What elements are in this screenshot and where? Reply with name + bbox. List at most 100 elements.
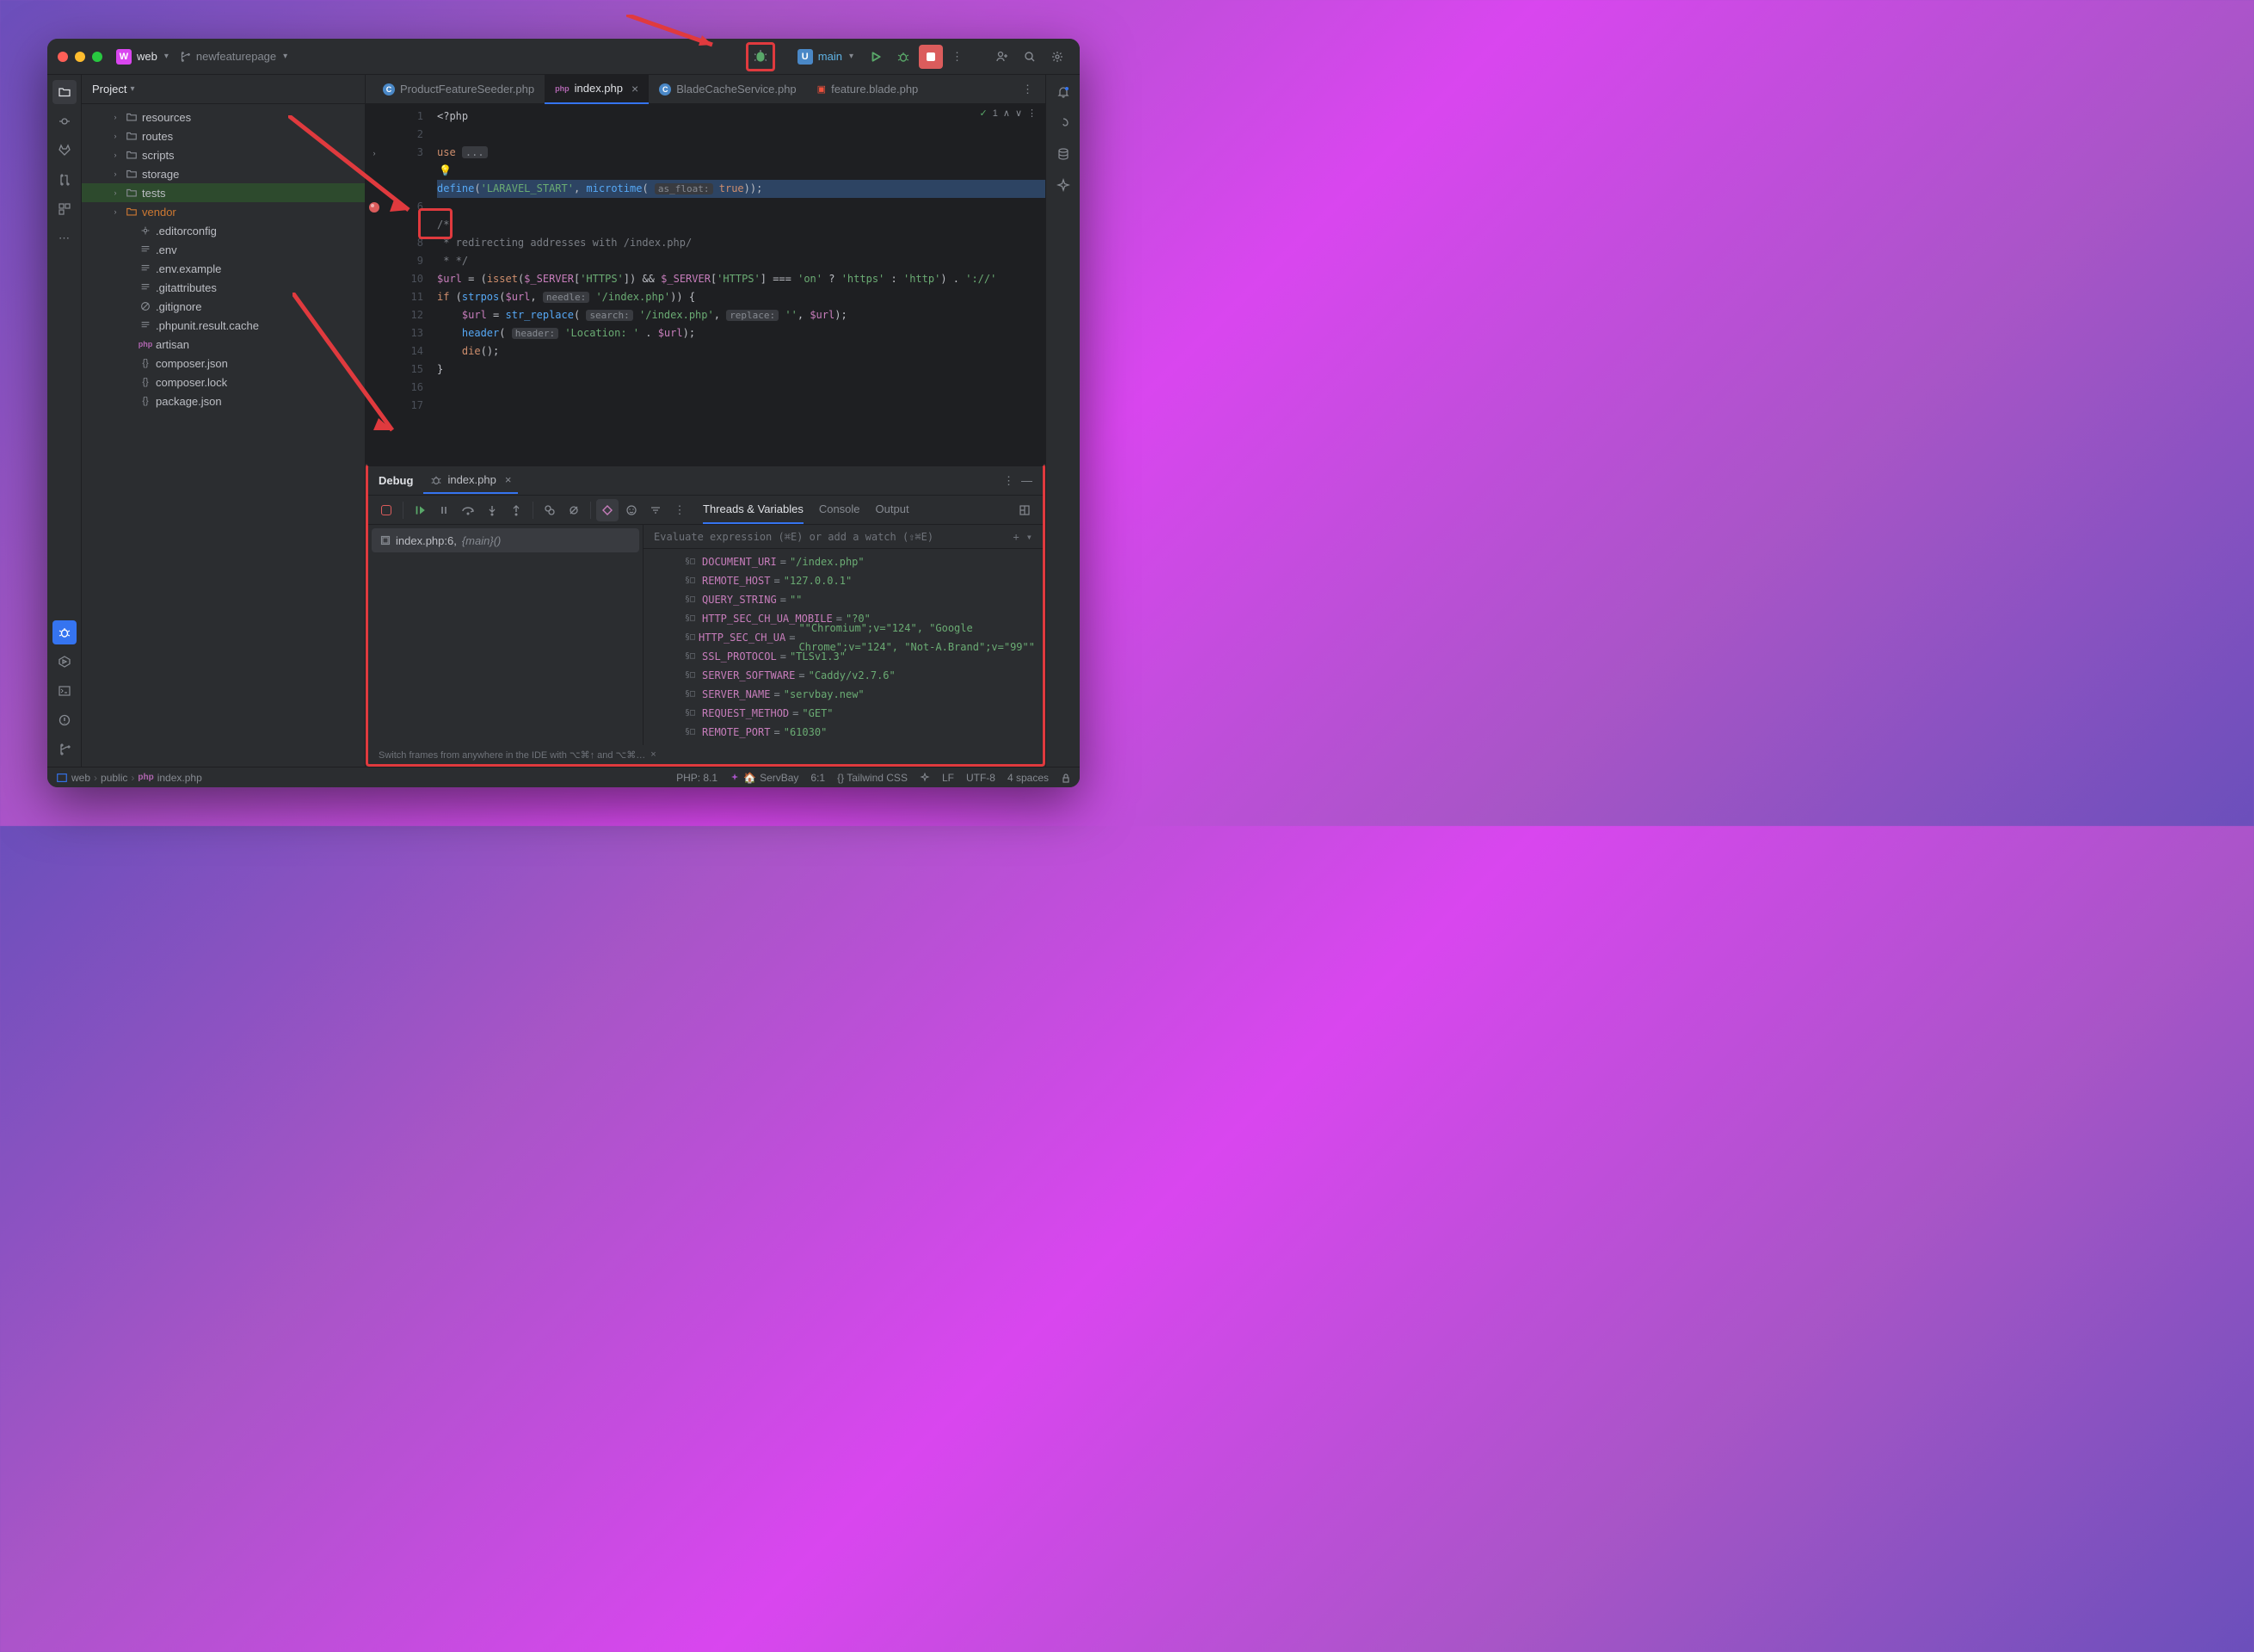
laravel-tool-button[interactable] — [1051, 173, 1075, 197]
tree-item[interactable]: ›scripts — [82, 145, 365, 164]
tree-item[interactable]: ›tests — [82, 183, 365, 202]
project-tree[interactable]: ›resources›routes›scripts›storage›tests›… — [82, 104, 365, 767]
tree-item[interactable]: ›resources — [82, 108, 365, 126]
next-highlight-button[interactable]: ∨ — [1015, 108, 1022, 119]
code-with-me-button[interactable] — [990, 45, 1014, 69]
tree-item[interactable]: .gitattributes — [82, 278, 365, 297]
close-icon[interactable]: × — [631, 82, 638, 96]
variable-row[interactable]: §□HTTP_SEC_CH_UA = ""Chromium";v="124", … — [685, 628, 1043, 647]
tree-item[interactable]: .editorconfig — [82, 221, 365, 240]
close-icon[interactable]: × — [505, 473, 512, 486]
step-over-button[interactable] — [457, 499, 479, 521]
prettier-status[interactable] — [920, 773, 930, 783]
stop-session-button[interactable] — [375, 499, 397, 521]
pull-requests-tool-button[interactable] — [52, 168, 77, 192]
readonly-status[interactable] — [1061, 773, 1071, 783]
debug-tool-button[interactable] — [52, 620, 77, 644]
stop-button[interactable] — [919, 45, 943, 69]
servbay-status[interactable]: 🏠ServBay — [730, 772, 798, 784]
code-content[interactable]: <?php use ...💡define('LARAVEL_START', mi… — [430, 104, 1045, 464]
more-debug-button[interactable]: ⋮ — [668, 499, 691, 521]
stack-frame[interactable]: index.php:6, {main}() — [372, 528, 639, 552]
fold-icon[interactable]: › — [373, 149, 376, 157]
editor-tab[interactable]: CBladeCacheService.php — [649, 75, 806, 104]
tabs-more-button[interactable]: ⋮ — [1017, 83, 1038, 96]
variable-row[interactable]: §□QUERY_STRING = "" — [685, 590, 1043, 609]
evaluate-expression-button[interactable] — [596, 499, 619, 521]
notifications-button[interactable] — [1051, 80, 1075, 104]
variable-row[interactable]: §□REMOTE_PORT = "61030" — [685, 723, 1043, 742]
editor-tab[interactable]: ▣feature.blade.php — [807, 75, 929, 104]
evaluate-input[interactable]: Evaluate expression (⌘E) or add a watch … — [644, 525, 1043, 549]
project-panel-header[interactable]: Project ▾ — [82, 75, 365, 104]
mute-breakpoints-button[interactable] — [563, 499, 585, 521]
frames-panel[interactable]: index.php:6, {main}() — [368, 525, 644, 745]
tree-item[interactable]: ›routes — [82, 126, 365, 145]
editor-tab[interactable]: phpindex.php× — [545, 75, 649, 104]
line-separator-status[interactable]: LF — [942, 772, 954, 784]
run-configuration-selector[interactable]: U main ▾ — [791, 49, 860, 65]
variables-list[interactable]: §□DOCUMENT_URI = "/index.php"§□REMOTE_HO… — [644, 549, 1043, 745]
add-watch-button[interactable]: + — [1013, 531, 1019, 543]
tree-item[interactable]: .gitignore — [82, 297, 365, 316]
more-tools-button[interactable]: ⋯ — [52, 226, 77, 250]
run-button[interactable] — [864, 45, 888, 69]
debug-options-button[interactable]: ⋮ — [1003, 474, 1014, 488]
search-everywhere-button[interactable] — [1018, 45, 1042, 69]
layout-button[interactable] — [1013, 499, 1036, 521]
problems-tool-button[interactable] — [52, 708, 77, 732]
encoding-status[interactable]: UTF-8 — [966, 772, 995, 784]
services-tool-button[interactable] — [52, 650, 77, 674]
close-hint-button[interactable]: × — [650, 749, 656, 760]
indent-status[interactable]: 4 spaces — [1007, 772, 1049, 784]
tailwind-status[interactable]: {} Tailwind CSS — [837, 772, 908, 784]
project-menu[interactable]: W web ▾ — [116, 49, 169, 65]
start-listening-debug-button[interactable] — [746, 42, 775, 71]
breakpoint-indicator[interactable] — [369, 202, 379, 213]
variable-row[interactable]: §□SERVER_SOFTWARE = "Caddy/v2.7.6" — [685, 666, 1043, 685]
resume-button[interactable] — [409, 499, 431, 521]
tree-item[interactable]: {}package.json — [82, 391, 365, 410]
tree-item[interactable]: phpartisan — [82, 335, 365, 354]
settings-button[interactable] — [1045, 45, 1069, 69]
terminal-tool-button[interactable] — [52, 679, 77, 703]
variable-row[interactable]: §□REQUEST_METHOD = "GET" — [685, 704, 1043, 723]
step-into-button[interactable] — [481, 499, 503, 521]
tree-item[interactable]: .env — [82, 240, 365, 259]
pause-button[interactable] — [433, 499, 455, 521]
tree-item[interactable]: ›storage — [82, 164, 365, 183]
maximize-window-button[interactable] — [92, 52, 102, 62]
structure-tool-button[interactable] — [52, 197, 77, 221]
commit-tool-button[interactable] — [52, 109, 77, 133]
close-window-button[interactable] — [58, 52, 68, 62]
debug-button[interactable] — [891, 45, 915, 69]
php-version-status[interactable]: PHP: 8.1 — [676, 772, 717, 784]
variable-row[interactable]: §□DOCUMENT_URI = "/index.php" — [685, 552, 1043, 571]
project-tool-button[interactable] — [52, 80, 77, 104]
prev-highlight-button[interactable]: ∧ — [1003, 108, 1010, 119]
ai-assistant-button[interactable] — [1051, 111, 1075, 135]
editor-viewport[interactable]: › 1236891011121314151617 <?php use ...💡d… — [366, 104, 1045, 464]
cursor-position-status[interactable]: 6:1 — [810, 772, 825, 784]
debug-view-tab[interactable]: Console — [819, 496, 860, 524]
breadcrumb-item[interactable]: web — [71, 772, 90, 784]
debug-minimize-button[interactable]: — — [1021, 474, 1032, 488]
breakpoint-gutter[interactable]: › — [366, 104, 383, 464]
more-actions-button[interactable]: ⋮ — [946, 50, 968, 64]
smiley-button[interactable] — [620, 499, 643, 521]
breadcrumb-item[interactable]: index.php — [157, 772, 202, 784]
filter-button[interactable] — [644, 499, 667, 521]
debug-session-tab[interactable]: index.php × — [423, 468, 518, 494]
minimize-window-button[interactable] — [75, 52, 85, 62]
editor-tab[interactable]: CProductFeatureSeeder.php — [373, 75, 545, 104]
debug-view-tab[interactable]: Threads & Variables — [703, 496, 804, 524]
tree-item[interactable]: .env.example — [82, 259, 365, 278]
tree-item[interactable]: {}composer.lock — [82, 373, 365, 391]
vcs-tool-button[interactable] — [52, 737, 77, 761]
variable-row[interactable]: §□REMOTE_HOST = "127.0.0.1" — [685, 571, 1043, 590]
editor-inspection-widget[interactable]: ✓ 1 ∧ ∨ ⋮ — [980, 108, 1037, 119]
tree-item[interactable]: ›vendor — [82, 202, 365, 221]
tree-item[interactable]: {}composer.json — [82, 354, 365, 373]
lightbulb-icon[interactable]: 💡 — [439, 164, 452, 176]
view-breakpoints-button[interactable] — [539, 499, 561, 521]
